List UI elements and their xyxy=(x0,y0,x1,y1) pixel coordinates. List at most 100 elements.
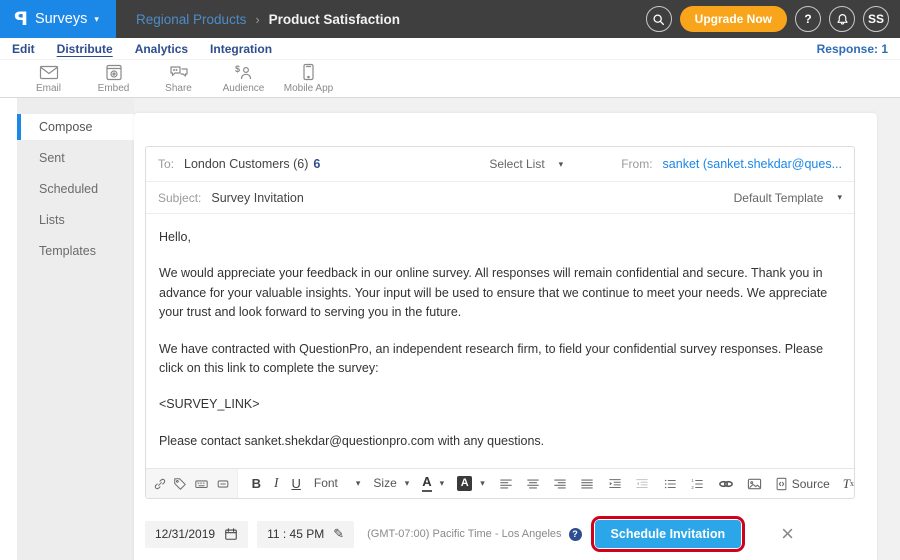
subject-row: Subject: Survey Invitation Default Templ… xyxy=(146,182,854,214)
svg-text:$: $ xyxy=(235,64,240,74)
survey-nav-tabs: Edit Distribute Analytics Integration Re… xyxy=(0,38,900,60)
calendar-icon xyxy=(224,527,238,541)
mobile-app-icon xyxy=(302,63,315,81)
from-address[interactable]: sanket (sanket.shekdar@ques... xyxy=(663,157,842,171)
channel-list: Email Embed Share $ Audience Mobile App xyxy=(0,60,900,97)
email-editor: To: London Customers (6) 6 Select List ▾… xyxy=(145,146,855,499)
chevron-down-icon: ▾ xyxy=(837,193,842,202)
channel-email[interactable]: Email xyxy=(16,64,81,94)
insert-tools-group xyxy=(146,469,238,498)
indent-group xyxy=(608,477,649,491)
subject-input[interactable]: Survey Invitation xyxy=(211,191,303,205)
text-style-group: B I U Font ▾ Size ▾ A ▾ xyxy=(252,475,485,491)
numbered-list-button[interactable]: 12 xyxy=(690,477,704,491)
template-dropdown[interactable]: Default Template ▾ xyxy=(734,191,842,205)
notifications-button[interactable] xyxy=(829,6,855,32)
help-button[interactable]: ? xyxy=(795,6,821,32)
highlight-ring: Schedule Invitation xyxy=(591,516,746,552)
chevron-down-icon: ▾ xyxy=(405,479,410,488)
body-paragraph: Please contact sanket.shekdar@questionpr… xyxy=(159,432,841,451)
bg-color-dropdown[interactable]: A ▾ xyxy=(457,476,485,491)
remove-format-button[interactable]: Tx xyxy=(843,476,854,492)
insert-field-icon[interactable] xyxy=(194,477,209,491)
schedule-invitation-button[interactable]: Schedule Invitation xyxy=(595,520,742,548)
font-label: Font xyxy=(314,476,338,490)
channel-mobile-app[interactable]: Mobile App xyxy=(276,63,341,94)
breadcrumb-parent-link[interactable]: Regional Products xyxy=(136,12,246,27)
breadcrumb-separator-icon: › xyxy=(255,12,259,27)
main-area: Compose Sent Scheduled Lists Templates T… xyxy=(0,98,900,560)
sidebar-item-lists[interactable]: Lists xyxy=(17,207,134,233)
channel-label: Email xyxy=(36,83,61,94)
share-icon xyxy=(169,64,189,81)
search-button[interactable] xyxy=(646,6,672,32)
insert-group: Source Tx xyxy=(718,476,854,492)
upgrade-now-button[interactable]: Upgrade Now xyxy=(680,6,787,32)
timezone-text: (GMT-07:00) Pacific Time - Los Angeles xyxy=(367,528,561,540)
date-value: 12/31/2019 xyxy=(155,527,215,541)
channel-audience[interactable]: $ Audience xyxy=(211,64,276,94)
email-body-editor[interactable]: Hello, We would appreciate your feedback… xyxy=(146,214,854,468)
justify-button[interactable] xyxy=(580,477,594,491)
close-icon[interactable]: × xyxy=(781,523,794,545)
align-center-button[interactable] xyxy=(526,477,540,491)
insert-tag-icon[interactable] xyxy=(173,477,187,491)
select-list-dropdown[interactable]: Select List ▾ xyxy=(489,157,563,171)
email-icon xyxy=(39,64,59,81)
sidebar-item-compose[interactable]: Compose xyxy=(17,114,134,140)
bullet-list-button[interactable] xyxy=(663,477,677,491)
tab-integration[interactable]: Integration xyxy=(210,42,272,56)
to-recipients[interactable]: London Customers (6) xyxy=(184,157,308,171)
questionpro-logo-icon: P xyxy=(14,8,28,30)
channel-share[interactable]: Share xyxy=(146,64,211,94)
chevron-down-icon: ▾ xyxy=(94,15,99,24)
chevron-down-icon: ▾ xyxy=(440,479,445,488)
recipient-count[interactable]: 6 xyxy=(313,157,320,171)
insert-link-icon[interactable] xyxy=(153,477,167,491)
underline-button[interactable]: U xyxy=(291,476,300,491)
align-right-button[interactable] xyxy=(553,477,567,491)
select-list-label: Select List xyxy=(489,157,544,171)
avatar[interactable]: SS xyxy=(863,6,889,32)
content-background: To: London Customers (6) 6 Select List ▾… xyxy=(134,98,900,560)
source-button[interactable]: Source xyxy=(775,477,830,491)
size-dropdown[interactable]: Size ▾ xyxy=(373,476,409,490)
source-label: Source xyxy=(792,477,830,491)
tab-edit[interactable]: Edit xyxy=(12,42,35,56)
hyperlink-button[interactable] xyxy=(718,477,734,491)
insert-image-button[interactable] xyxy=(747,477,762,491)
size-label: Size xyxy=(373,476,396,490)
decrease-indent-button[interactable] xyxy=(635,477,649,491)
text-color-icon: A xyxy=(422,475,431,491)
page-title: Product Satisfaction xyxy=(269,12,400,27)
bold-button[interactable]: B xyxy=(252,476,261,491)
sidebar-item-sent[interactable]: Sent xyxy=(17,145,134,171)
time-picker[interactable]: 11 : 45 PM ✎ xyxy=(257,521,354,548)
app-name: Surveys xyxy=(35,11,87,27)
body-paragraph: We would appreciate your feedback in our… xyxy=(159,264,841,322)
sidebar-item-templates[interactable]: Templates xyxy=(17,238,134,264)
text-color-dropdown[interactable]: A ▾ xyxy=(422,475,444,491)
bg-color-icon: A xyxy=(457,476,472,491)
channel-embed[interactable]: Embed xyxy=(81,64,146,94)
body-paragraph: <SURVEY_LINK> xyxy=(159,395,841,414)
date-picker[interactable]: 12/31/2019 xyxy=(145,521,248,548)
align-left-button[interactable] xyxy=(499,477,513,491)
template-label: Default Template xyxy=(734,191,824,205)
tab-analytics[interactable]: Analytics xyxy=(135,42,188,56)
timezone-help-icon[interactable]: ? xyxy=(569,528,582,541)
product-switcher[interactable]: P Surveys ▾ xyxy=(0,0,116,38)
sidebar-item-scheduled[interactable]: Scheduled xyxy=(17,176,134,202)
insert-button-icon[interactable] xyxy=(216,477,230,491)
chevron-down-icon: ▾ xyxy=(480,479,485,488)
svg-text:2: 2 xyxy=(691,484,694,489)
remove-format-x: x xyxy=(850,479,854,488)
tab-distribute[interactable]: Distribute xyxy=(57,42,113,56)
font-dropdown[interactable]: Font ▾ xyxy=(314,476,361,490)
increase-indent-button[interactable] xyxy=(608,477,622,491)
compose-panel: To: London Customers (6) 6 Select List ▾… xyxy=(134,113,877,560)
to-label: To: xyxy=(158,157,174,171)
italic-button[interactable]: I xyxy=(274,475,279,491)
response-count[interactable]: Response: 1 xyxy=(817,42,888,56)
to-row: To: London Customers (6) 6 Select List ▾… xyxy=(146,147,854,182)
